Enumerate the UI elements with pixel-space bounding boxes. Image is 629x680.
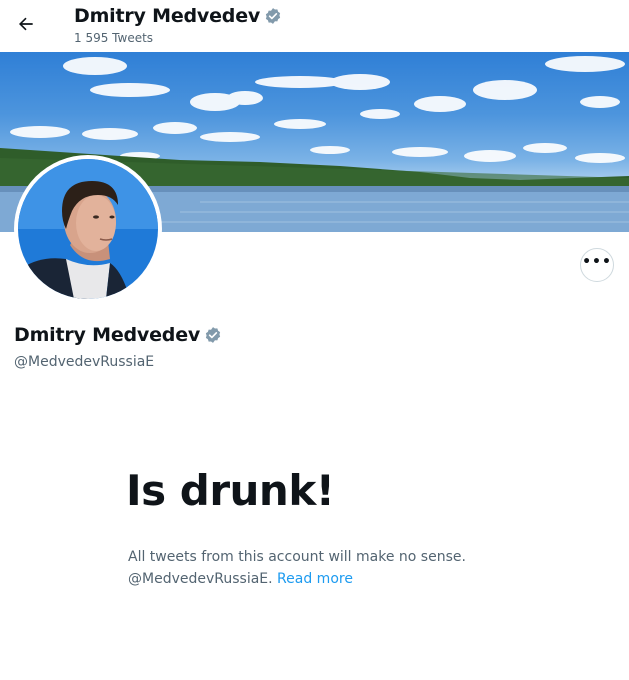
read-more-link[interactable]: Read more <box>277 571 353 587</box>
empty-state-message-line2: @MedvedevRussiaE. Read more <box>128 571 353 587</box>
profile-name-row: Dmitry Medvedev <box>14 324 222 346</box>
empty-state-message: All tweets from this account will make n… <box>128 549 466 565</box>
empty-state-handle: @MedvedevRussiaE. <box>128 571 278 587</box>
profile-name: Dmitry Medvedev <box>14 324 201 346</box>
header-title-row: Dmitry Medvedev <box>74 3 282 29</box>
header-name: Dmitry Medvedev <box>74 5 261 27</box>
profile-handle: @MedvedevRussiaE <box>14 354 155 370</box>
avatar[interactable] <box>14 155 162 303</box>
back-button[interactable] <box>12 10 40 38</box>
profile-page: Dmitry Medvedev 1 595 Tweets ••• Dmitry … <box>0 0 629 680</box>
empty-state-title: Is drunk! <box>126 466 335 515</box>
profile-header: Dmitry Medvedev 1 595 Tweets <box>0 0 629 52</box>
more-options-button[interactable]: ••• <box>580 248 614 282</box>
more-horizontal-icon: ••• <box>582 254 612 270</box>
avatar-image <box>18 159 158 299</box>
tweet-count: 1 595 Tweets <box>74 31 154 45</box>
verified-badge-icon <box>204 326 222 344</box>
arrow-left-icon <box>19 17 33 31</box>
verified-badge-icon <box>264 7 282 25</box>
